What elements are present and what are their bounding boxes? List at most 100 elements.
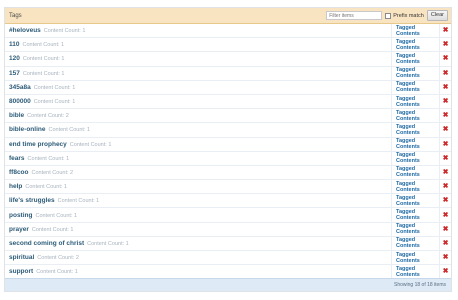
- delete-x-icon[interactable]: ✖: [443, 27, 449, 34]
- tag-name[interactable]: posting: [9, 212, 32, 219]
- tag-content-count: Content Count: 1: [69, 141, 112, 148]
- tag-name[interactable]: life's struggles: [9, 197, 55, 204]
- delete-x-icon[interactable]: ✖: [443, 240, 449, 247]
- tag-name[interactable]: spiritual: [9, 254, 34, 261]
- tagged-contents-link[interactable]: Tagged Contents: [391, 222, 439, 236]
- tag-content-count: Content Count: 1: [35, 212, 78, 219]
- tag-name[interactable]: help: [9, 183, 22, 190]
- delete-x-icon[interactable]: ✖: [443, 70, 449, 77]
- tag-row: 120 Content Count: 1 Tagged Contents ✖: [5, 52, 451, 67]
- tag-content-count: Content Count: 1: [22, 56, 65, 63]
- delete-button[interactable]: ✖: [439, 52, 451, 66]
- delete-x-icon[interactable]: ✖: [443, 84, 449, 91]
- delete-x-icon[interactable]: ✖: [443, 183, 449, 190]
- delete-x-icon[interactable]: ✖: [443, 126, 449, 133]
- tagged-contents-link[interactable]: Tagged Contents: [391, 94, 439, 109]
- delete-x-icon[interactable]: ✖: [443, 98, 449, 105]
- tag-content-count: Content Count: 1: [87, 240, 129, 247]
- delete-button[interactable]: ✖: [439, 151, 451, 165]
- panel-title: Tags: [9, 12, 22, 19]
- delete-x-icon[interactable]: ✖: [443, 141, 449, 148]
- tag-info: second coming of christ Content Count: 1: [5, 240, 391, 247]
- tagged-contents-link[interactable]: Tagged Contents: [391, 194, 439, 208]
- delete-button[interactable]: ✖: [439, 265, 451, 279]
- prefix-match-checkbox[interactable]: [385, 12, 392, 19]
- tag-name[interactable]: second coming of christ: [9, 240, 84, 247]
- tag-name[interactable]: fears: [9, 155, 25, 162]
- tagged-contents-link[interactable]: Tagged Contents: [391, 109, 439, 123]
- delete-x-icon[interactable]: ✖: [443, 212, 449, 219]
- delete-x-icon[interactable]: ✖: [443, 268, 449, 275]
- tag-info: support Content Count: 1: [5, 268, 391, 275]
- delete-button[interactable]: ✖: [439, 222, 451, 236]
- tag-row: 800000 Content Count: 1 Tagged Contents ✖: [5, 94, 451, 110]
- tag-row: 345a8a Content Count: 1 Tagged Contents ✖: [5, 80, 451, 95]
- delete-x-icon[interactable]: ✖: [443, 55, 449, 62]
- delete-x-icon[interactable]: ✖: [443, 155, 449, 162]
- delete-button[interactable]: ✖: [439, 66, 451, 80]
- delete-x-icon[interactable]: ✖: [443, 197, 449, 204]
- tag-name[interactable]: 120: [9, 55, 20, 62]
- delete-button[interactable]: ✖: [439, 208, 451, 222]
- tag-info: 800000 Content Count: 1: [5, 98, 391, 105]
- delete-button[interactable]: ✖: [439, 137, 451, 151]
- delete-button[interactable]: ✖: [439, 180, 451, 194]
- delete-button[interactable]: ✖: [439, 94, 451, 109]
- tagged-contents-link[interactable]: Tagged Contents: [391, 66, 439, 80]
- clear-button[interactable]: Clear: [426, 10, 448, 21]
- delete-button[interactable]: ✖: [439, 80, 451, 94]
- delete-button[interactable]: ✖: [439, 109, 451, 123]
- tag-name[interactable]: ff8coo: [9, 169, 29, 176]
- prefix-match-label: Prefix match: [393, 12, 424, 19]
- tag-content-count: Content Count: 1: [57, 198, 100, 205]
- tag-name[interactable]: 345a8a: [9, 84, 31, 91]
- tag-name[interactable]: #heloveus: [9, 27, 41, 34]
- delete-x-icon[interactable]: ✖: [443, 254, 449, 261]
- tag-name[interactable]: prayer: [9, 226, 29, 233]
- tag-name[interactable]: end time prophecy: [9, 141, 67, 148]
- tag-name[interactable]: 800000: [9, 98, 31, 105]
- tag-name[interactable]: support: [9, 268, 33, 275]
- tagged-contents-link[interactable]: Tagged Contents: [391, 123, 439, 137]
- delete-button[interactable]: ✖: [439, 24, 451, 38]
- tagged-contents-link[interactable]: Tagged Contents: [391, 165, 439, 180]
- filter-input[interactable]: [326, 11, 383, 20]
- tag-info: fears Content Count: 1: [5, 155, 391, 162]
- tag-row: 110 Content Count: 1 Tagged Contents ✖: [5, 38, 451, 53]
- delete-button[interactable]: ✖: [439, 38, 451, 52]
- delete-button[interactable]: ✖: [439, 236, 451, 250]
- tagged-contents-link[interactable]: Tagged Contents: [391, 151, 439, 165]
- tagged-contents-link[interactable]: Tagged Contents: [391, 52, 439, 66]
- delete-button[interactable]: ✖: [439, 194, 451, 208]
- delete-x-icon[interactable]: ✖: [443, 226, 449, 233]
- tagged-contents-link[interactable]: Tagged Contents: [391, 137, 439, 151]
- tagged-contents-link[interactable]: Tagged Contents: [391, 80, 439, 94]
- tagged-contents-link[interactable]: Tagged Contents: [391, 38, 439, 52]
- delete-x-icon[interactable]: ✖: [443, 169, 449, 176]
- tag-info: end time prophecy Content Count: 1: [5, 141, 391, 148]
- tag-info: life's struggles Content Count: 1: [5, 197, 391, 204]
- tagged-contents-link[interactable]: Tagged Contents: [391, 236, 439, 250]
- delete-x-icon[interactable]: ✖: [443, 112, 449, 119]
- tagged-contents-link[interactable]: Tagged Contents: [391, 180, 439, 194]
- tag-info: prayer Content Count: 1: [5, 226, 391, 233]
- tagged-contents-link[interactable]: Tagged Contents: [391, 251, 439, 265]
- delete-button[interactable]: ✖: [439, 251, 451, 265]
- tag-info: 345a8a Content Count: 1: [5, 84, 391, 91]
- panel-footer: Showing 18 of 18 items: [5, 278, 451, 291]
- tag-content-count: Content Count: 2: [37, 255, 79, 262]
- tagged-contents-link[interactable]: Tagged Contents: [391, 265, 439, 279]
- delete-button[interactable]: ✖: [439, 165, 451, 180]
- tag-row: ff8coo Content Count: 2 Tagged Contents ✖: [5, 165, 451, 181]
- tag-content-count: Content Count: 1: [43, 28, 86, 35]
- tagged-contents-link[interactable]: Tagged Contents: [391, 24, 439, 38]
- tag-name[interactable]: bible-online: [9, 126, 45, 133]
- tag-name[interactable]: 110: [9, 41, 20, 48]
- tagged-contents-link[interactable]: Tagged Contents: [391, 208, 439, 222]
- tag-row: prayer Content Count: 1 Tagged Contents ✖: [5, 222, 451, 237]
- delete-x-icon[interactable]: ✖: [443, 41, 449, 48]
- tag-name[interactable]: bible: [9, 112, 24, 119]
- delete-button[interactable]: ✖: [439, 123, 451, 137]
- tag-name[interactable]: 157: [9, 70, 20, 77]
- prefix-match-toggle[interactable]: Prefix match: [385, 12, 424, 19]
